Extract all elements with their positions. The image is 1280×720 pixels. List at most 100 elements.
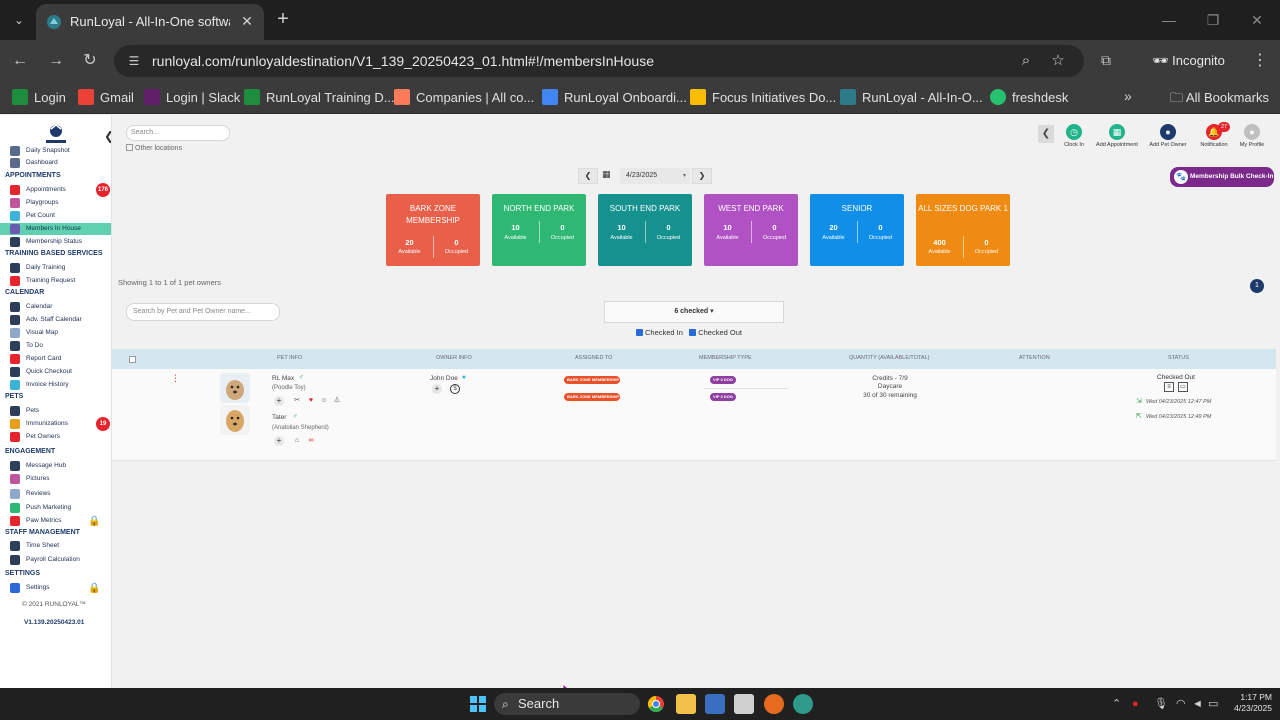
firefox-icon[interactable] <box>764 694 784 714</box>
checked-in-checkbox[interactable]: Checked In <box>636 328 683 337</box>
membership-bulk-checkin-button[interactable]: 🐾 Membership Bulk Check-In <box>1170 167 1274 187</box>
bookmark-star-icon[interactable]: ☆ <box>1048 51 1068 71</box>
sidebar-item-time-sheet[interactable]: Time Sheet <box>0 540 111 552</box>
sidebar-item-message-hub[interactable]: Message Hub <box>0 460 111 472</box>
bookmark-companies[interactable]: Companies | All co... <box>394 88 534 108</box>
calculator-icon[interactable] <box>705 694 725 714</box>
volume-icon[interactable]: ◄ <box>1192 697 1203 711</box>
checked-out-checkbox[interactable]: Checked Out <box>689 328 742 337</box>
sidebar-item-dashboard[interactable]: Dashboard <box>0 157 111 169</box>
maximize-icon[interactable]: ❐ <box>1200 8 1226 32</box>
membership-card-all-sizes[interactable]: ALL SIZES DOG PARK 1 400 0 Available Occ… <box>916 194 1010 266</box>
snipping-tool-icon[interactable] <box>734 694 754 714</box>
new-tab-button[interactable]: + <box>272 8 294 30</box>
membership-card-senior[interactable]: SENIOR 20 0 Available Occupied <box>810 194 904 266</box>
membership-card-north-end[interactable]: NORTH END PARK 10 0 Available Occupied <box>492 194 586 266</box>
taskbar-search[interactable]: ⌕ Search <box>494 693 640 715</box>
pet-photo-tater[interactable] <box>220 405 250 435</box>
sidebar-item-pets[interactable]: Pets <box>0 405 111 417</box>
bookmark-onboarding[interactable]: RunLoyal Onboardi... <box>542 88 687 108</box>
tray-app-icon[interactable]: ● <box>1132 697 1139 711</box>
bookmark-slack[interactable]: Login | Slack <box>144 88 240 108</box>
sidebar-item-reviews[interactable]: Reviews <box>0 488 111 500</box>
add-pet-note-button[interactable]: + <box>274 436 284 446</box>
window-close-icon[interactable]: ✕ <box>1244 8 1270 32</box>
sidebar-item-invoice-history[interactable]: Invoice History <box>0 379 111 391</box>
sidebar-item-calendar[interactable]: Calendar <box>0 301 111 313</box>
site-info-icon[interactable]: ☰ <box>126 53 142 69</box>
bookmark-freshdesk[interactable]: freshdesk <box>990 88 1068 108</box>
report-card-icon[interactable]: ≡ <box>1164 382 1174 392</box>
sidebar-item-membership-status[interactable]: Membership Status <box>0 236 111 248</box>
add-appointment-button[interactable]: ▦ Add Appointment <box>1089 124 1145 148</box>
date-picker[interactable]: 4/23/2025 ▾ <box>620 168 690 184</box>
incognito-indicator[interactable]: 🕶 Incognito <box>1152 50 1225 72</box>
add-pet-note-button[interactable]: + <box>274 396 284 406</box>
membership-card-west-end[interactable]: WEST END PARK 10 0 Available Occupied <box>704 194 798 266</box>
page-number[interactable]: 1 <box>1250 279 1264 293</box>
minimize-icon[interactable]: — <box>1156 8 1182 32</box>
prev-date-button[interactable]: ❮ <box>578 168 598 184</box>
windows-start-icon[interactable] <box>468 694 488 714</box>
browser-tab[interactable]: RunLoyal - All-In-One software ✕ <box>36 4 264 40</box>
file-explorer-icon[interactable] <box>676 694 696 714</box>
dollar-icon[interactable]: $ <box>450 384 460 394</box>
bookmark-focus[interactable]: Focus Initiatives Do... <box>690 88 836 108</box>
sidebar-item-immunizations[interactable]: Immunizations <box>0 418 111 430</box>
sidebar-item-payroll[interactable]: Payroll Calculation <box>0 554 111 566</box>
sidebar-item-visual-map[interactable]: Visual Map <box>0 327 111 339</box>
forward-arrow-icon[interactable]: → <box>44 49 68 73</box>
sidebar-item-members-in-house[interactable]: Members In House <box>0 223 111 235</box>
sidebar-item-pet-owners[interactable]: Pet Owners <box>0 431 111 443</box>
all-bookmarks[interactable]: 🗀 All Bookmarks <box>1170 88 1269 108</box>
tab-close-icon[interactable]: ✕ <box>238 12 256 30</box>
my-profile-button[interactable]: ● My Profile <box>1224 124 1280 148</box>
omnibox[interactable]: ☰ runloyal.com/runloyaldestination/V1_13… <box>114 45 1084 77</box>
sidebar-item-training-request[interactable]: Training Request <box>0 275 111 287</box>
sidebar-item-to-do[interactable]: To Do <box>0 340 111 352</box>
sidebar-item-quick-checkout[interactable]: Quick Checkout <box>0 366 111 378</box>
collapse-sidebar-icon[interactable]: ❮ <box>104 129 111 143</box>
bookmark-login[interactable]: Login <box>12 88 66 108</box>
sidebar-item-push-marketing[interactable]: Push Marketing <box>0 502 111 514</box>
tab-search-chevron-icon[interactable]: ⌄ <box>8 10 30 30</box>
chrome-icon[interactable] <box>646 694 666 714</box>
pet-photo-rl-max[interactable] <box>220 373 250 403</box>
taskbar-clock[interactable]: 1:17 PM 4/23/2025 <box>1222 692 1272 714</box>
calendar-picker-icon[interactable]: ▦ <box>602 169 611 180</box>
other-locations-checkbox[interactable]: Other locations <box>126 144 182 152</box>
tray-overflow-icon[interactable]: ⌃ <box>1112 697 1121 711</box>
zoom-search-icon[interactable]: ⌕ <box>1016 51 1036 71</box>
row-menu-icon[interactable]: ⋮ <box>171 373 180 384</box>
table-row[interactable]: ⋮ RL Max ♂ (Poodle Toy) + ✂ ♥ ☺ ⏃ Tater … <box>112 369 1276 461</box>
owner-name[interactable]: John Doe <box>430 375 458 382</box>
sidebar-item-daily-snapshot[interactable]: Daily Snapshot <box>0 145 111 157</box>
pet-search-input[interactable]: Search by Pet and Pet Owner name... <box>126 303 280 321</box>
add-owner-note-button[interactable]: + <box>432 384 442 394</box>
sidebar-item-playgroups[interactable]: Playgroups <box>0 197 111 209</box>
membership-card-bark-zone[interactable]: BARK ZONE MEMBERSHIP 20 0 Available Occu… <box>386 194 480 266</box>
photo-icon[interactable]: ▭ <box>1178 382 1188 392</box>
sidebar-item-appointments[interactable]: Appointments <box>0 184 111 196</box>
bookmark-runloyal[interactable]: RunLoyal - All-In-O... <box>840 88 983 108</box>
select-all-checkbox[interactable] <box>129 356 136 363</box>
bookmark-training[interactable]: RunLoyal Training D... <box>244 88 395 108</box>
bookmark-gmail[interactable]: Gmail <box>78 88 134 108</box>
sidebar-item-pet-count[interactable]: Pet Count <box>0 210 111 222</box>
battery-icon[interactable]: ▭ <box>1208 697 1218 711</box>
next-date-button[interactable]: ❯ <box>692 168 712 184</box>
extensions-icon[interactable]: ⧉ <box>1096 50 1116 70</box>
microphone-icon[interactable]: 🎙 <box>1154 697 1168 711</box>
sidebar-item-adv-staff-calendar[interactable]: Adv. Staff Calendar <box>0 314 111 326</box>
membership-card-south-end[interactable]: SOUTH END PARK 10 0 Available Occupied <box>598 194 692 266</box>
network-globe-icon[interactable] <box>793 694 813 714</box>
sidebar-item-daily-training[interactable]: Daily Training <box>0 262 111 274</box>
sidebar-item-report-card[interactable]: Report Card <box>0 353 111 365</box>
back-arrow-icon[interactable]: ← <box>8 49 32 73</box>
browser-menu-icon[interactable]: ⋮ <box>1250 50 1270 72</box>
chat-icon[interactable]: ● <box>459 373 469 383</box>
global-search-input[interactable]: Search... <box>126 125 230 141</box>
sidebar-item-pictures[interactable]: Pictures <box>0 473 111 485</box>
wifi-icon[interactable]: ◠ <box>1176 697 1186 711</box>
pet-name[interactable]: Tater <box>272 414 286 421</box>
